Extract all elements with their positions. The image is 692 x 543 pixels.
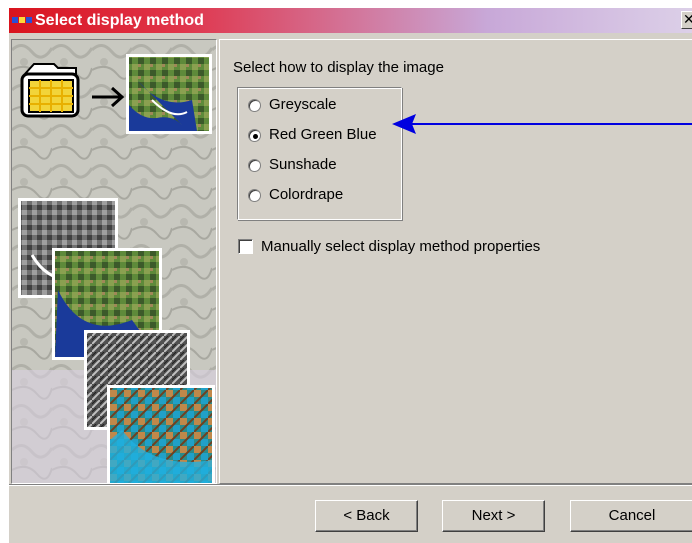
illustration-panel: [11, 39, 217, 484]
next-button[interactable]: Next >: [442, 500, 545, 532]
close-icon: ✕: [683, 12, 692, 28]
radio-label: Red Green Blue: [269, 126, 377, 143]
radio-button[interactable]: [248, 189, 261, 202]
checkbox-label: Manually select display method propertie…: [261, 238, 541, 255]
dialog-window: Select display method ✕: [8, 8, 692, 543]
checkbox[interactable]: [238, 239, 253, 254]
prompt-label: Select how to display the image: [233, 59, 444, 76]
radio-button[interactable]: [248, 99, 261, 112]
radio-button-selected[interactable]: [248, 129, 261, 142]
close-button[interactable]: ✕: [681, 11, 692, 29]
display-method-group: Greyscale Red Green Blue Sunshade Colord…: [237, 87, 402, 220]
display-methods-illustration: [12, 40, 216, 483]
dots-icon: [12, 17, 32, 23]
cancel-button[interactable]: Cancel: [570, 500, 692, 532]
radio-dot-icon: [253, 134, 258, 139]
radio-button[interactable]: [248, 159, 261, 172]
radio-label: Greyscale: [269, 96, 337, 113]
annotation-arrow-icon: [392, 114, 692, 134]
radio-label: Sunshade: [269, 156, 337, 173]
button-bar: < Back Next > Cancel: [9, 484, 692, 543]
radio-label: Colordrape: [269, 186, 344, 203]
window-title: Select display method: [35, 12, 204, 29]
options-panel: Select how to display the image Greyscal…: [219, 39, 692, 484]
title-bar[interactable]: Select display method ✕: [9, 8, 692, 33]
folder-icon: [20, 63, 80, 118]
back-button[interactable]: < Back: [315, 500, 418, 532]
